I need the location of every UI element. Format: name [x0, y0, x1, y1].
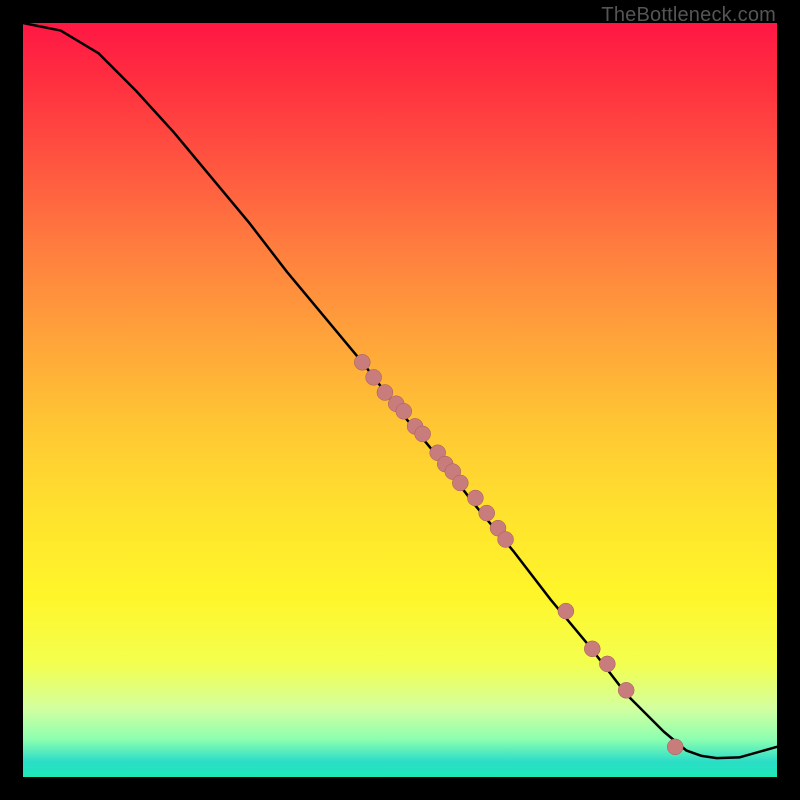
data-marker	[479, 505, 495, 521]
data-marker	[584, 641, 600, 657]
data-marker	[396, 403, 412, 419]
data-marker	[498, 531, 514, 547]
data-markers	[354, 354, 683, 755]
data-marker	[618, 682, 634, 698]
data-marker	[415, 426, 431, 442]
data-marker	[366, 369, 382, 385]
data-marker	[452, 475, 468, 491]
data-marker	[558, 603, 574, 619]
curve-line	[23, 23, 777, 758]
data-marker	[599, 656, 615, 672]
chart-overlay	[23, 23, 777, 777]
data-marker	[667, 739, 683, 755]
data-marker	[467, 490, 483, 506]
data-marker	[354, 354, 370, 370]
